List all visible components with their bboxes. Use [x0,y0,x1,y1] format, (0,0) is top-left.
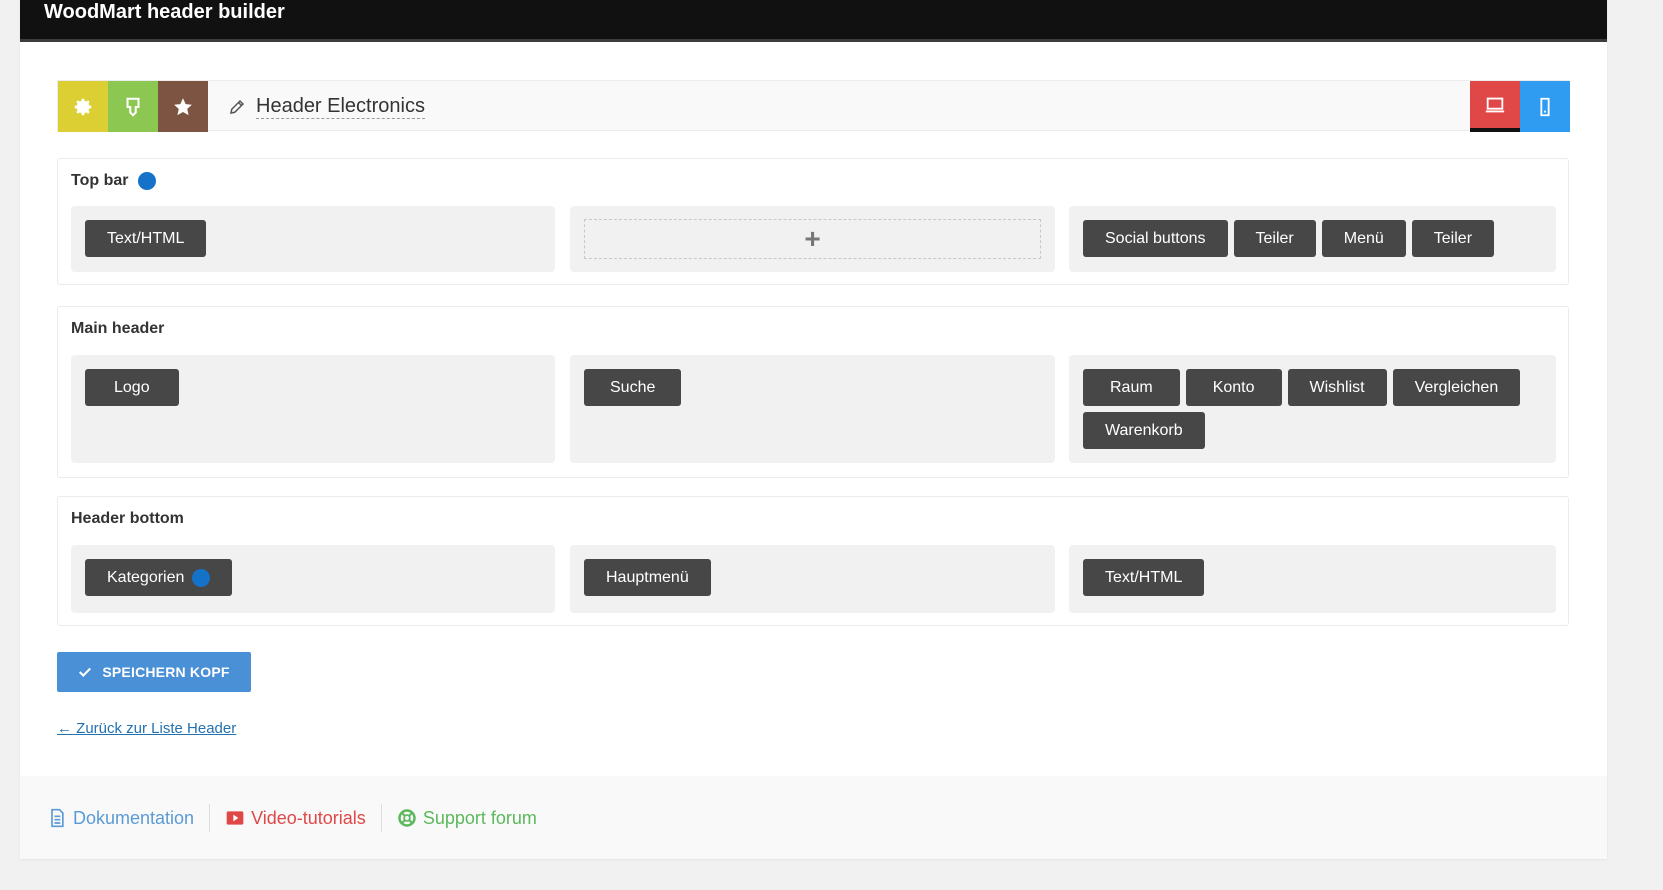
checkmark-icon [79,667,92,677]
row-indicator-dot[interactable] [138,172,157,190]
element-wishlist[interactable]: Wishlist [1287,369,1387,406]
header-toolbar: Header Electronics [57,80,1570,132]
element-search[interactable]: Suche [584,369,682,406]
element-cart[interactable]: Warenkorb [1083,412,1205,449]
header-name-editor[interactable]: Header Electronics [228,81,425,132]
element-main-menu[interactable]: Hauptmenü [584,559,711,596]
builder-panel: WoodMart header builder Header Electroni… [20,0,1607,859]
header-bottom-left-column[interactable]: Kategorien [71,545,555,613]
import-button[interactable] [108,81,158,132]
video-icon [226,811,244,825]
import-icon [126,97,140,117]
mobile-view-button[interactable] [1520,81,1570,132]
element-indicator-dot [192,568,211,587]
desktop-icon [1485,97,1505,112]
element-divider[interactable]: Teiler [1411,220,1495,257]
element-logo[interactable]: Logo [85,369,179,406]
favorite-button[interactable] [158,81,208,132]
element-social-buttons[interactable]: Social buttons [1083,220,1228,257]
header-bottom-center-column[interactable]: Hauptmenü [570,545,1055,613]
video-tutorials-link[interactable]: Video-tutorials [210,808,381,829]
top-bar-right-column[interactable]: Social buttons Teiler Menü Teiler [1069,206,1556,272]
element-divider[interactable]: Teiler [1233,220,1316,257]
top-bar-center-column[interactable]: + [570,206,1055,272]
row-header-bottom: Header bottom Kategorien Hauptmenü Text/… [57,496,1569,626]
mobile-icon [1540,97,1550,116]
add-element-zone[interactable]: + [584,219,1041,259]
footer: Dokumentation Video-tutorials Support fo… [20,776,1607,859]
row-title: Top bar [71,172,157,190]
lifebuoy-icon [398,809,416,827]
element-compare[interactable]: Vergleichen [1392,369,1521,406]
app-title: WoodMart header builder [44,1,285,23]
main-header-center-column[interactable]: Suche [570,355,1055,463]
row-main-header: Main header Logo Suche Raum Konto Wishli… [57,306,1569,478]
element-categories[interactable]: Kategorien [85,559,233,596]
main-header-right-column[interactable]: Raum Konto Wishlist Vergleichen Warenkor… [1069,355,1556,463]
header-bottom-right-column[interactable]: Text/HTML [1069,545,1556,613]
element-account[interactable]: Konto [1185,369,1282,406]
row-title: Main header [71,320,165,337]
support-forum-link[interactable]: Support forum [382,808,552,829]
star-icon [174,97,192,115]
documentation-link[interactable]: Dokumentation [47,808,209,829]
row-top-bar: Top bar Text/HTML + Social buttons Teile… [57,158,1569,285]
top-bar-left-column[interactable]: Text/HTML [71,206,555,272]
desktop-view-button[interactable] [1470,81,1520,132]
back-to-header-list-link[interactable]: ← Zurück zur Liste Header [57,720,236,737]
element-text-html[interactable]: Text/HTML [1083,559,1205,596]
element-room[interactable]: Raum [1083,369,1180,406]
element-menu[interactable]: Menü [1321,220,1406,257]
row-title: Header bottom [71,510,184,527]
title-bar: WoodMart header builder [20,0,1607,42]
gear-icon [74,98,92,115]
header-name[interactable]: Header Electronics [256,94,425,119]
plus-icon: + [804,223,821,254]
save-header-button[interactable]: SPEICHERN KOPF [57,652,251,692]
document-icon [51,808,64,828]
main-header-left-column[interactable]: Logo [71,355,555,463]
element-text-html[interactable]: Text/HTML [85,220,207,257]
settings-button[interactable] [58,81,108,132]
pencil-icon [230,99,245,114]
